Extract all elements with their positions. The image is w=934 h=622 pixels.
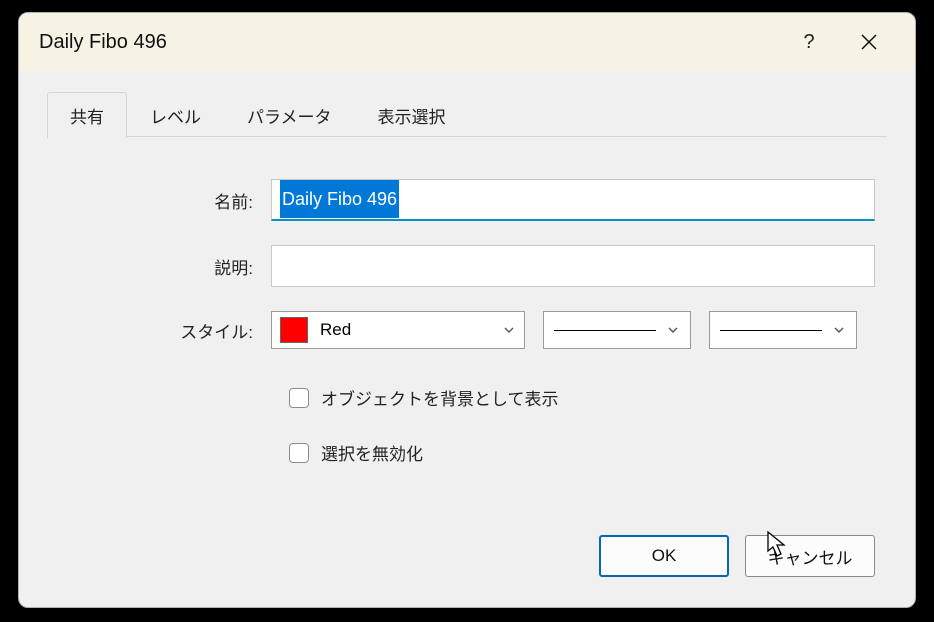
row-style: スタイル: Red: [59, 311, 875, 349]
tab-content: 名前: Daily Fibo 496 説明: スタイル: Red: [19, 137, 915, 535]
row-description: 説明:: [59, 245, 875, 287]
disable-selection-label: 選択を無効化: [321, 440, 423, 465]
disable-selection-checkbox[interactable]: [289, 443, 309, 463]
row-name: 名前: Daily Fibo 496: [59, 179, 875, 221]
tab-parameters-label: パラメータ: [247, 108, 332, 127]
label-name: 名前:: [59, 188, 271, 213]
tab-levels[interactable]: レベル: [127, 92, 224, 138]
line-style-sample: [554, 330, 656, 331]
tab-visualization[interactable]: 表示選択: [355, 92, 469, 138]
color-swatch: [280, 317, 308, 343]
close-icon: [861, 34, 877, 50]
tab-strip: 共有 レベル パラメータ 表示選択: [19, 71, 915, 137]
titlebar: Daily Fibo 496 ?: [19, 13, 915, 71]
chevron-down-icon: [666, 323, 680, 337]
tab-levels-label: レベル: [150, 108, 201, 127]
help-button[interactable]: ?: [779, 13, 839, 71]
tab-common[interactable]: 共有: [47, 92, 127, 138]
chevron-down-icon: [502, 323, 516, 337]
dialog-title: Daily Fibo 496: [39, 31, 779, 54]
tab-parameters[interactable]: パラメータ: [224, 92, 355, 138]
tab-common-label: 共有: [70, 108, 104, 127]
label-description: 説明:: [59, 254, 271, 279]
chevron-down-icon: [832, 323, 846, 337]
line-width-sample: [720, 330, 822, 331]
dialog-window: Daily Fibo 496 ? 共有 レベル パラメータ 表示選択 名前: D…: [18, 12, 916, 608]
description-input[interactable]: [271, 245, 875, 287]
close-button[interactable]: [839, 13, 899, 71]
tab-underline: [47, 136, 887, 137]
tab-visualization-label: 表示選択: [378, 108, 446, 127]
name-input-selection: Daily Fibo 496: [280, 180, 399, 218]
ok-button[interactable]: OK: [599, 535, 729, 577]
ok-button-label: OK: [652, 546, 677, 566]
name-input[interactable]: Daily Fibo 496: [271, 179, 875, 221]
cancel-button[interactable]: キャンセル: [745, 535, 875, 577]
row-disable-selection: 選択を無効化: [289, 440, 875, 465]
color-name: Red: [320, 320, 502, 340]
dialog-footer: OK キャンセル: [19, 535, 915, 607]
draw-as-background-checkbox[interactable]: [289, 388, 309, 408]
draw-as-background-label: オブジェクトを背景として表示: [321, 385, 559, 410]
cancel-button-label: キャンセル: [768, 544, 853, 569]
label-style: スタイル:: [59, 318, 271, 343]
color-dropdown[interactable]: Red: [271, 311, 525, 349]
row-draw-as-background: オブジェクトを背景として表示: [289, 385, 875, 410]
line-style-dropdown[interactable]: [543, 311, 691, 349]
line-width-dropdown[interactable]: [709, 311, 857, 349]
